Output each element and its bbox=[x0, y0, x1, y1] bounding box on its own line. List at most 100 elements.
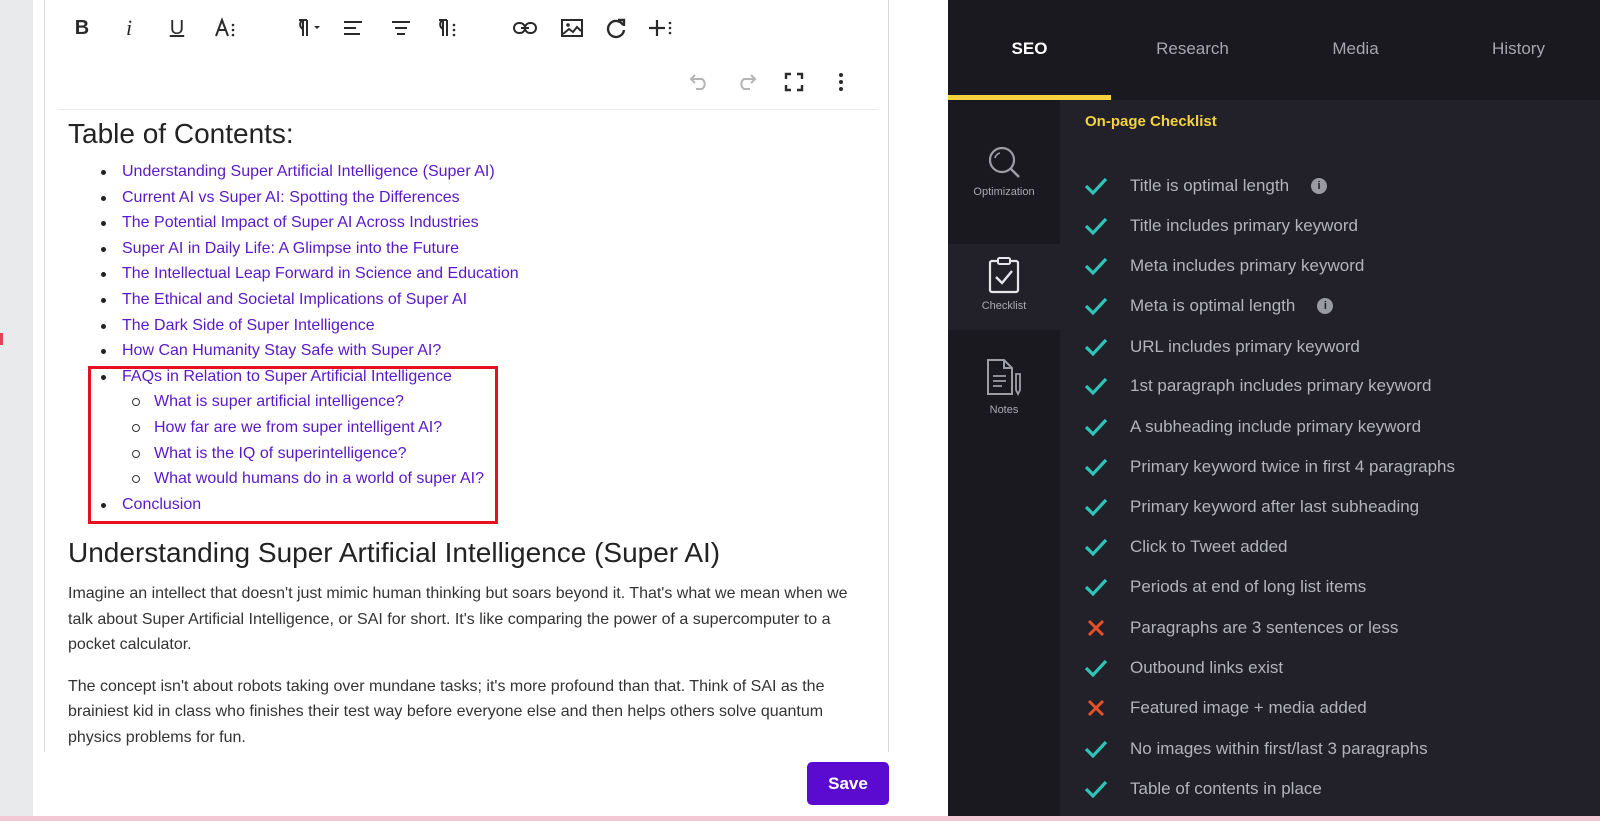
tab-seo[interactable]: SEO bbox=[948, 0, 1111, 100]
save-button[interactable]: Save bbox=[807, 762, 889, 805]
undo-icon bbox=[689, 74, 706, 90]
check-icon bbox=[1084, 294, 1108, 318]
align-center-button[interactable] bbox=[384, 10, 418, 46]
formatting-toolbar: B i U bbox=[62, 10, 742, 46]
faq-link[interactable]: How far are we from super intelligent AI… bbox=[154, 419, 442, 436]
rail-notes[interactable]: Notes bbox=[948, 358, 1060, 448]
toc-link[interactable]: FAQs in Relation to Super Artificial Int… bbox=[122, 368, 452, 385]
faq-item: What would humans do in a world of super… bbox=[68, 466, 868, 492]
editor-panel: B i U Table of Contents: Understanding S… bbox=[0, 0, 948, 821]
info-icon[interactable]: i bbox=[1317, 298, 1334, 314]
cross-icon bbox=[1084, 696, 1108, 720]
fullscreen-icon bbox=[784, 72, 804, 92]
faq-link[interactable]: What would humans do in a world of super… bbox=[154, 470, 484, 487]
check-icon bbox=[1084, 495, 1108, 519]
checklist-item: Title includes primary keyword bbox=[1084, 211, 1358, 241]
check-icon bbox=[1084, 374, 1108, 398]
toc-item: FAQs in Relation to Super Artificial Int… bbox=[68, 364, 868, 390]
toc-link[interactable]: How Can Humanity Stay Safe with Super AI… bbox=[122, 342, 441, 359]
checklist-item: Featured image + media added bbox=[1084, 693, 1367, 723]
check-icon bbox=[1084, 415, 1108, 439]
rail-label: Notes bbox=[989, 404, 1019, 416]
cross-icon bbox=[1084, 616, 1108, 640]
checklist-item-label: Meta is optimal length bbox=[1130, 296, 1296, 315]
toc-link[interactable]: Super AI in Daily Life: A Glimpse into t… bbox=[122, 240, 459, 257]
insert-link-button[interactable] bbox=[508, 10, 542, 46]
toc-link-conclusion[interactable]: Conclusion bbox=[122, 496, 201, 513]
redo-icon bbox=[740, 74, 757, 90]
toc-item: The Dark Side of Super Intelligence bbox=[68, 313, 868, 339]
rail-checklist[interactable]: Checklist bbox=[948, 244, 1060, 330]
checklist-item: URL includes primary keyword bbox=[1084, 332, 1360, 362]
paragraph-style-button[interactable] bbox=[287, 10, 327, 46]
panel-tabs: SEO Research Media History bbox=[948, 0, 1600, 100]
insert-image-button[interactable] bbox=[555, 10, 589, 46]
note-pen-icon bbox=[987, 359, 1021, 397]
paragraph-more-button[interactable] bbox=[430, 10, 464, 46]
faq-item: How far are we from super intelligent AI… bbox=[68, 415, 868, 441]
editor-content[interactable]: Table of Contents: Understanding Super A… bbox=[68, 116, 868, 750]
checklist-item-label: No images within first/last 3 paragraphs bbox=[1130, 739, 1428, 758]
pilcrow-more-icon bbox=[439, 19, 456, 37]
toc-item: The Intellectual Leap Forward in Science… bbox=[68, 261, 868, 287]
align-center-icon bbox=[392, 21, 410, 35]
faq-item: What is super artificial intelligence? bbox=[68, 389, 868, 415]
checklist-item-label: Outbound links exist bbox=[1130, 658, 1284, 677]
faq-item: What is the IQ of superintelligence? bbox=[68, 441, 868, 467]
toc-list: Understanding Super Artificial Intellige… bbox=[68, 159, 868, 389]
check-icon bbox=[1084, 575, 1108, 599]
text-size-button[interactable] bbox=[208, 10, 242, 46]
link-icon bbox=[513, 22, 537, 34]
body-paragraph: The concept isn't about robots taking ov… bbox=[68, 677, 825, 746]
rail-label: Optimization bbox=[973, 186, 1035, 198]
faq-link[interactable]: What is the IQ of superintelligence? bbox=[154, 445, 407, 462]
toc-link[interactable]: Current AI vs Super AI: Spotting the Dif… bbox=[122, 189, 460, 206]
bold-button[interactable]: B bbox=[65, 10, 99, 46]
kebab-menu-icon bbox=[839, 73, 843, 91]
faq-link[interactable]: What is super artificial intelligence? bbox=[154, 393, 404, 410]
checklist-item: A subheading include primary keyword bbox=[1084, 412, 1421, 442]
toc-link[interactable]: The Potential Impact of Super AI Across … bbox=[122, 214, 479, 231]
underline-button[interactable]: U bbox=[160, 10, 194, 46]
rail-optimization[interactable]: Optimization bbox=[948, 144, 1060, 244]
history-toolbar bbox=[680, 66, 870, 98]
fullscreen-button[interactable] bbox=[777, 66, 811, 98]
checklist-item: 1st paragraph includes primary keyword bbox=[1084, 371, 1431, 401]
clipboard-check-icon bbox=[988, 257, 1020, 294]
italic-button[interactable]: i bbox=[112, 10, 146, 46]
toolbar-divider bbox=[58, 109, 878, 110]
toc-link[interactable]: The Ethical and Societal Implications of… bbox=[122, 291, 467, 308]
checklist-item-label: Featured image + media added bbox=[1130, 698, 1367, 717]
image-icon bbox=[561, 19, 583, 37]
edge-accent bbox=[0, 333, 3, 345]
rail-label: Checklist bbox=[981, 300, 1027, 312]
toc-link[interactable]: The Dark Side of Super Intelligence bbox=[122, 317, 375, 334]
toc-link[interactable]: The Intellectual Leap Forward in Science… bbox=[122, 265, 519, 282]
align-left-icon bbox=[344, 21, 362, 35]
pilcrow-dropdown-icon bbox=[299, 19, 320, 36]
tab-label: Research bbox=[1156, 39, 1229, 58]
tab-media[interactable]: Media bbox=[1274, 0, 1437, 100]
check-icon bbox=[1084, 455, 1108, 479]
check-icon bbox=[1084, 335, 1108, 359]
checklist-item: Meta includes primary keyword bbox=[1084, 251, 1364, 281]
more-options-button[interactable] bbox=[824, 66, 858, 98]
insert-more-button[interactable] bbox=[644, 10, 678, 46]
checklist-item-label: Primary keyword twice in first 4 paragra… bbox=[1130, 457, 1456, 476]
check-icon bbox=[1084, 174, 1108, 198]
redo-button[interactable] bbox=[730, 66, 764, 98]
bottom-strip bbox=[0, 816, 1600, 821]
check-icon bbox=[1084, 777, 1108, 801]
checklist-item-label: Primary keyword after last subheading bbox=[1130, 497, 1420, 516]
checklist-item-label: Title includes primary keyword bbox=[1130, 216, 1358, 235]
undo-button[interactable] bbox=[682, 66, 716, 98]
tab-research[interactable]: Research bbox=[1111, 0, 1274, 100]
tab-history[interactable]: History bbox=[1437, 0, 1600, 100]
align-left-button[interactable] bbox=[336, 10, 370, 46]
checklist-item: Primary keyword twice in first 4 paragra… bbox=[1084, 452, 1455, 482]
redo-refresh-button[interactable] bbox=[599, 10, 633, 46]
italic-icon: i bbox=[125, 15, 133, 40]
toc-link[interactable]: Understanding Super Artificial Intellige… bbox=[122, 163, 495, 180]
info-icon[interactable]: i bbox=[1311, 178, 1328, 194]
section-heading: Understanding Super Artificial Intellige… bbox=[68, 537, 721, 569]
